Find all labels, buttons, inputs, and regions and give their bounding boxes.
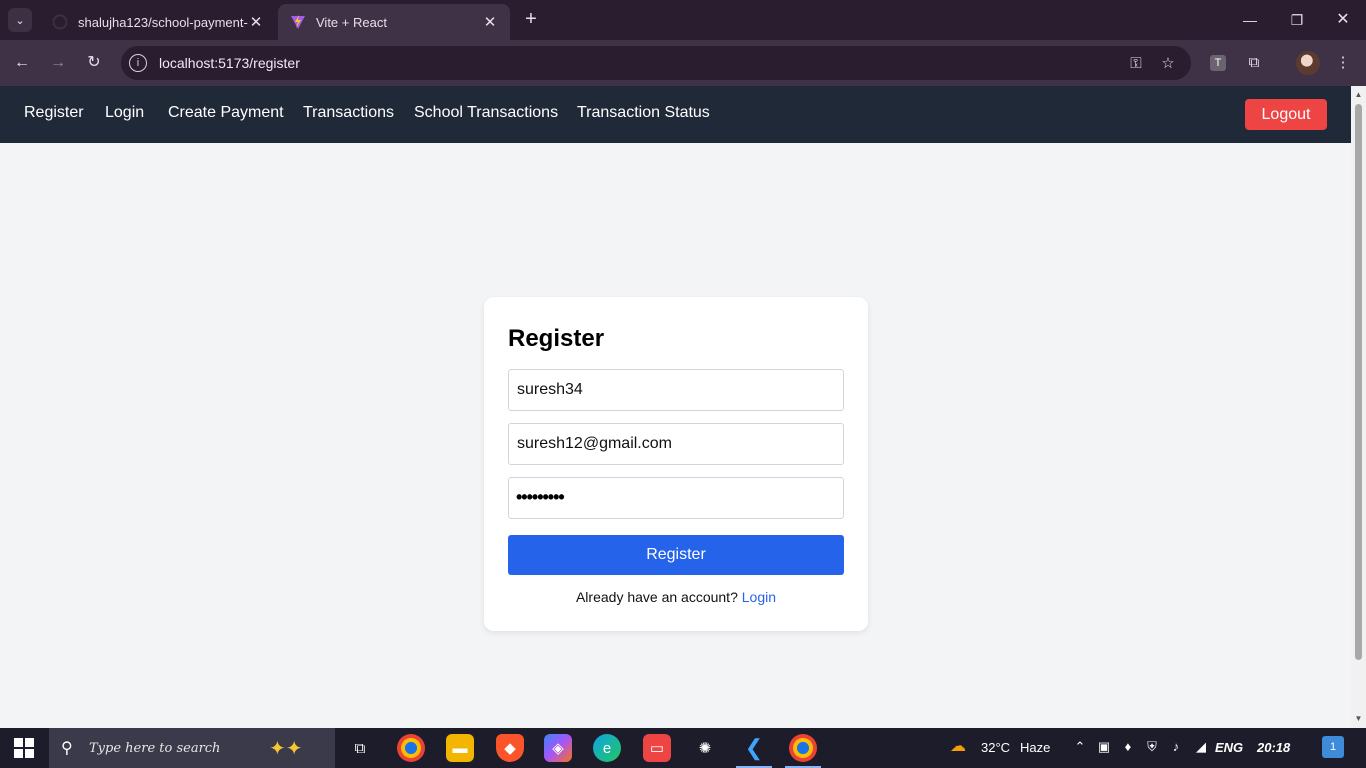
mic-icon[interactable]: ♦ (1120, 739, 1136, 755)
register-submit-button[interactable]: Register (508, 535, 844, 575)
forward-icon[interactable]: → (46, 51, 70, 75)
weather-haze-icon[interactable]: ☁ (950, 739, 966, 755)
search-icon: ⚲ (61, 740, 73, 757)
site-info-icon[interactable]: i (129, 54, 147, 72)
search-placeholder: Type here to search (89, 740, 221, 756)
vite-icon (291, 15, 305, 29)
network-icon[interactable]: ◢ (1193, 739, 1209, 755)
taskbar-search-box[interactable]: ⚲ Type here to search ✦✦ (49, 728, 335, 768)
browser-menu-icon[interactable]: ⋮ (1333, 53, 1353, 73)
app-navbar: Register Login Create Payment Transactio… (0, 86, 1351, 143)
language-indicator[interactable]: ENG (1215, 740, 1243, 755)
url-text[interactable]: localhost:5173/register (159, 55, 300, 71)
back-icon[interactable]: ← (10, 51, 34, 75)
page-scrollbar[interactable]: ▲ ▼ (1351, 86, 1366, 728)
chrome-active-icon[interactable] (789, 734, 817, 762)
vscode-icon[interactable]: ❮ (740, 734, 768, 762)
nav-link-create-payment[interactable]: Create Payment (168, 104, 284, 122)
profile-avatar[interactable] (1296, 51, 1320, 75)
volume-icon[interactable]: ♪ (1168, 739, 1184, 755)
reload-icon[interactable]: ↻ (82, 51, 106, 75)
extensions-puzzle-icon[interactable]: ⧉ (1244, 53, 1264, 73)
nav-link-register[interactable]: Register (24, 104, 84, 122)
browser-toolbar: ← → ↻ i localhost:5173/register ⚿ ☆ T ⧉ … (0, 40, 1366, 86)
browser-tab-vite[interactable]: Vite + React ✕ (278, 4, 510, 40)
notification-center-icon[interactable]: 1 (1322, 736, 1344, 758)
page-viewport: Register Login Create Payment Transactio… (0, 86, 1351, 728)
login-prompt-text: Already have an account? (575, 589, 738, 605)
logout-button[interactable]: Logout (1245, 99, 1327, 130)
close-tab-icon[interactable]: ✕ (248, 13, 264, 31)
file-explorer-icon[interactable]: ▬ (446, 734, 474, 762)
password-key-icon[interactable]: ⚿ (1127, 55, 1145, 73)
email-field[interactable] (508, 423, 844, 465)
github-icon (52, 14, 68, 30)
task-view-icon[interactable]: ⧉ (346, 734, 374, 762)
close-tab-icon[interactable]: ✕ (482, 13, 498, 31)
address-bar[interactable]: i localhost:5173/register ⚿ ☆ (121, 46, 1191, 80)
presentation-app-icon[interactable]: ▭ (643, 734, 671, 762)
new-tab-button[interactable]: + (520, 8, 542, 30)
windows-taskbar: ⚲ Type here to search ✦✦ ⧉ ▬ ◆ ◈ e ▭ ✺ ❮… (0, 728, 1366, 768)
camera-icon[interactable]: ▣ (1096, 739, 1112, 755)
copilot-icon[interactable]: ◈ (544, 734, 572, 762)
scroll-down-icon[interactable]: ▼ (1354, 714, 1363, 723)
notification-count: 1 (1329, 741, 1337, 753)
register-card: Register ••••••••• Register Already have… (484, 297, 868, 631)
windows-start-icon[interactable] (14, 738, 34, 758)
minimize-icon[interactable]: — (1238, 8, 1262, 32)
tab-search-button[interactable]: ⌄ (8, 8, 32, 32)
weather-desc[interactable]: Haze (1020, 740, 1050, 755)
username-field[interactable] (508, 369, 844, 411)
nav-link-transaction-status[interactable]: Transaction Status (577, 104, 710, 122)
browser-tab-github[interactable]: shalujha123/school-payment-p ✕ (40, 4, 276, 40)
form-title: Register (508, 325, 605, 352)
copilot-sparkle-icon: ✦✦ (269, 738, 303, 760)
bookmark-star-icon[interactable]: ☆ (1159, 55, 1177, 73)
nav-link-transactions[interactable]: Transactions (303, 104, 394, 122)
edge-icon[interactable]: e (593, 734, 621, 762)
nav-link-school-transactions[interactable]: School Transactions (414, 104, 558, 122)
scroll-up-icon[interactable]: ▲ (1354, 90, 1363, 99)
scroll-thumb[interactable] (1355, 104, 1362, 660)
login-prompt: Already have an account? Login (484, 589, 868, 605)
chevron-up-icon[interactable]: ⌃ (1072, 739, 1088, 755)
login-link[interactable]: Login (742, 589, 776, 605)
chrome-icon[interactable] (397, 734, 425, 762)
brave-icon[interactable]: ◆ (496, 734, 524, 762)
security-shield-icon[interactable]: ⛨ (1144, 739, 1160, 755)
tab-title: shalujha123/school-payment-p (78, 14, 248, 30)
clock[interactable]: 20:18 (1257, 740, 1290, 755)
close-window-icon[interactable]: ✕ (1331, 8, 1355, 32)
extension-t-icon[interactable]: T (1210, 55, 1226, 71)
restore-icon[interactable]: ❐ (1285, 8, 1309, 32)
tab-title: Vite + React (316, 14, 387, 30)
nav-link-login[interactable]: Login (105, 104, 144, 122)
password-mask: ••••••••• (516, 487, 565, 507)
browser-tab-strip: ⌄ shalujha123/school-payment-p ✕ Vite + … (0, 0, 1366, 40)
chatgpt-icon[interactable]: ✺ (691, 734, 719, 762)
weather-temp[interactable]: 32°C (981, 740, 1010, 755)
